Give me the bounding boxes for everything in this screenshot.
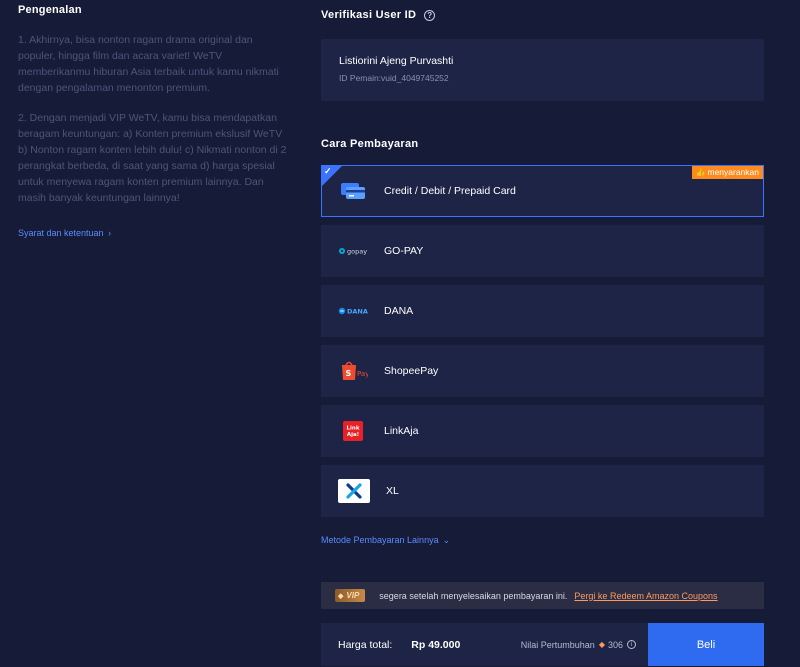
user-name: Listiorini Ajeng Purvashti bbox=[339, 55, 454, 67]
recommended-badge-label: menyarankan bbox=[707, 167, 759, 177]
intro-title: Pengenalan bbox=[18, 4, 82, 16]
total-price: Rp 49.000 bbox=[411, 638, 461, 651]
vip-tag: ◆ VIP bbox=[335, 589, 366, 602]
help-icon[interactable]: ? bbox=[424, 9, 436, 21]
growth-gem-icon: ◆ bbox=[598, 640, 605, 649]
redeem-coupon-link[interactable]: Pergi ke Redeem Amazon Coupons bbox=[574, 591, 717, 601]
info-icon[interactable]: i bbox=[627, 640, 636, 649]
intro-paragraph-2: 2. Dengan menjadi VIP WeTV, kamu bisa me… bbox=[18, 112, 287, 204]
chevron-down-icon: ⌄ bbox=[442, 535, 451, 545]
svg-text:Link: Link bbox=[347, 426, 360, 432]
more-payment-methods-link[interactable]: Metode Pembayaran Lainnya ⌄ bbox=[321, 535, 450, 546]
svg-text:Aja!: Aja! bbox=[347, 432, 359, 438]
recommended-badge: 👍 menyarankan bbox=[691, 166, 763, 179]
vip-tag-label: VIP bbox=[346, 591, 360, 600]
shopeepay-logo-text: Pay bbox=[357, 370, 368, 378]
promo-text: segera setelah menyelesaikan pembayaran … bbox=[379, 590, 568, 601]
payment-section-title: Cara Pembayaran bbox=[321, 138, 419, 150]
payment-method-list: ✓ Credit / Debit / Prepaid Card 👍 menyar… bbox=[321, 165, 764, 517]
payment-method-gopay[interactable]: gopay GO-PAY bbox=[321, 225, 764, 277]
gopay-logo-icon: gopay bbox=[338, 240, 368, 262]
payment-method-label: ShopeePay bbox=[384, 365, 439, 377]
payment-method-xl[interactable]: XL bbox=[321, 465, 764, 517]
diamond-icon: ◆ bbox=[338, 592, 344, 600]
terms-link[interactable]: Syarat dan ketentuan › bbox=[18, 228, 111, 238]
more-payment-methods-label: Metode Pembayaran Lainnya bbox=[321, 535, 439, 545]
chevron-right-icon: › bbox=[105, 228, 112, 238]
payment-method-linkaja[interactable]: Link Aja! LinkAja bbox=[321, 405, 764, 457]
payment-method-label: LinkAja bbox=[384, 425, 419, 437]
payment-method-label: GO-PAY bbox=[384, 245, 424, 257]
gopay-logo-text: gopay bbox=[347, 248, 367, 256]
payment-method-dana[interactable]: DANA DANA bbox=[321, 285, 764, 337]
dana-logo-text: DANA bbox=[347, 308, 368, 316]
intro-panel: Pengenalan 1. Akhirnya, bisa nonton raga… bbox=[18, 0, 288, 241]
dana-logo-icon: DANA bbox=[338, 300, 368, 322]
payment-method-shopeepay[interactable]: S Pay ShopeePay bbox=[321, 345, 764, 397]
payment-method-card[interactable]: ✓ Credit / Debit / Prepaid Card 👍 menyar… bbox=[321, 165, 764, 217]
payment-method-label: XL bbox=[386, 485, 399, 497]
check-icon: ✓ bbox=[324, 166, 332, 176]
shopeepay-logo-icon: S Pay bbox=[338, 360, 368, 382]
user-id-title: Verifikasi User ID bbox=[321, 9, 417, 21]
buy-button[interactable]: Beli bbox=[648, 623, 764, 666]
growth-value: Nilai Pertumbuhan ◆ 306 i bbox=[521, 640, 636, 650]
user-card: Listiorini Ajeng Purvashti ID Pemain:vui… bbox=[321, 39, 764, 101]
thumbs-up-icon: 👍 bbox=[695, 168, 706, 177]
growth-label: Nilai Pertumbuhan bbox=[520, 639, 595, 650]
player-id: ID Pemain:vuid_4049745252 bbox=[339, 73, 449, 83]
xl-logo-icon bbox=[338, 479, 370, 503]
payment-method-label: DANA bbox=[384, 305, 414, 317]
checkout-footer: Harga total: Rp 49.000 Nilai Pertumbuhan… bbox=[321, 623, 764, 666]
linkaja-logo-icon: Link Aja! bbox=[338, 420, 368, 442]
payment-method-label: Credit / Debit / Prepaid Card bbox=[384, 185, 516, 197]
intro-paragraph-1: 1. Akhirnya, bisa nonton ragam drama ori… bbox=[18, 34, 279, 94]
growth-number: 306 bbox=[607, 639, 623, 650]
terms-link-label: Syarat dan ketentuan bbox=[18, 228, 104, 238]
promo-banner: ◆ VIP segera setelah menyelesaikan pembay… bbox=[321, 582, 764, 609]
total-price-label: Harga total: bbox=[338, 638, 393, 651]
checkout-panel: Verifikasi User ID ? Listiorini Ajeng Pu… bbox=[321, 0, 764, 666]
svg-text:S: S bbox=[346, 369, 352, 378]
user-id-section-title: Verifikasi User ID ? bbox=[321, 9, 764, 21]
